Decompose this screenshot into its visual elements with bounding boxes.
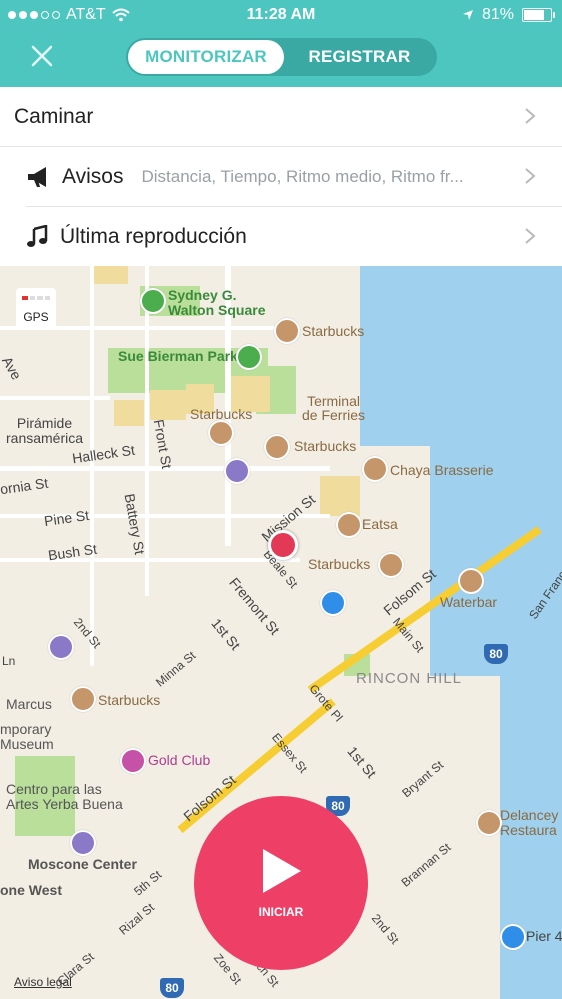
- battery-icon: [522, 8, 555, 22]
- battery-percent: 81%: [481, 6, 514, 23]
- map-label: 1st St: [344, 743, 380, 781]
- map-label: Bryant St: [399, 757, 447, 801]
- map-label: Minna St: [153, 648, 199, 690]
- map-label: Sydney G. Walton Square: [168, 287, 266, 318]
- gps-label: GPS: [23, 310, 49, 324]
- coffee-icon[interactable]: [264, 434, 290, 460]
- music-note-icon: [27, 225, 48, 247]
- legal-link[interactable]: Aviso legal: [14, 975, 72, 989]
- map-label: Waterbar: [440, 594, 498, 610]
- ferry-icon[interactable]: [500, 924, 526, 950]
- alerts-label: Avisos: [62, 165, 124, 188]
- map-label: Battery St: [121, 492, 148, 556]
- map-label: 2nd St: [70, 615, 104, 651]
- map-label: Sue Bierman Park: [118, 348, 238, 364]
- map-label: Rizal St: [116, 900, 158, 938]
- bus-icon[interactable]: [320, 590, 346, 616]
- start-label: INICIAR: [258, 905, 304, 919]
- bay-water: [360, 266, 562, 446]
- activity-label: Caminar: [14, 105, 94, 128]
- mode-segmented-control: MONITORIZAR REGISTRAR: [126, 38, 437, 76]
- restaurant-icon[interactable]: [362, 456, 388, 482]
- map-label: Terminal de Ferries: [302, 393, 366, 423]
- gps-indicator: GPS: [16, 288, 56, 328]
- play-icon: [263, 849, 301, 893]
- highway-shield-icon: 80: [484, 644, 508, 664]
- map-label: Gold Club: [148, 752, 211, 768]
- train-icon[interactable]: [48, 634, 74, 660]
- status-right: 81%: [462, 6, 555, 24]
- street: [0, 558, 300, 562]
- restaurant-icon[interactable]: [336, 512, 362, 538]
- street: [0, 396, 110, 400]
- map-label: one West: [0, 882, 62, 898]
- map-label: Delancey Restaura: [500, 807, 559, 838]
- music-row[interactable]: Última reproducción: [0, 207, 562, 267]
- coffee-icon[interactable]: [70, 686, 96, 712]
- map-label: 5th St: [131, 867, 165, 899]
- map-label: Starbucks: [294, 438, 357, 454]
- highway-shield-icon: 80: [160, 978, 184, 998]
- map-label: Eatsa: [362, 516, 398, 532]
- tree-icon[interactable]: [140, 288, 166, 314]
- map-label: Brannan St: [398, 840, 454, 890]
- current-location-marker: [268, 530, 298, 560]
- cocktail-icon[interactable]: [120, 748, 146, 774]
- chevron-right-icon: [525, 168, 536, 184]
- restaurant-icon[interactable]: [458, 568, 484, 594]
- map-label: Pier 4: [526, 928, 562, 944]
- map-label: Starbucks: [308, 556, 371, 572]
- map-label: Starbucks: [302, 323, 365, 339]
- map-label: Ln: [2, 654, 16, 668]
- app-header: AT&T 11:28 AM 81% MONITORIZAR REGISTRAR: [0, 0, 562, 87]
- map-label: ornia St: [0, 474, 50, 498]
- museum-icon[interactable]: [70, 830, 96, 856]
- map-label: Marcus: [6, 696, 52, 712]
- restaurant-icon[interactable]: [476, 810, 502, 836]
- street: [90, 266, 94, 666]
- chevron-right-icon: [525, 108, 536, 124]
- map-label: Chaya Brasserie: [390, 462, 494, 478]
- start-button[interactable]: INICIAR: [194, 796, 368, 970]
- segment-registrar[interactable]: REGISTRAR: [284, 40, 435, 74]
- map-label: Starbucks: [98, 692, 161, 708]
- building-block: [92, 266, 128, 284]
- building-block: [320, 476, 360, 516]
- music-label: Última reproducción: [60, 225, 247, 248]
- map-label: mporary Museum: [0, 721, 54, 752]
- activity-row[interactable]: Caminar: [0, 87, 562, 147]
- close-icon[interactable]: [30, 44, 54, 68]
- map-label: Moscone Center: [28, 856, 137, 872]
- map-label: Fremont St: [226, 574, 284, 638]
- train-icon[interactable]: [224, 458, 250, 484]
- tree-icon[interactable]: [236, 344, 262, 370]
- map-label: Ave: [0, 353, 25, 383]
- map-label: Pirámide ransamérica: [6, 415, 84, 446]
- coffee-icon[interactable]: [378, 552, 404, 578]
- map-label: Front St: [150, 418, 176, 470]
- map-label: Centro para las Artes Yerba Buena: [6, 781, 123, 812]
- map-label: 1st St: [208, 615, 244, 653]
- alerts-row[interactable]: Avisos Distancia, Tiempo, Ritmo medio, R…: [0, 147, 562, 207]
- segment-monitorizar[interactable]: MONITORIZAR: [128, 40, 284, 74]
- megaphone-icon: [28, 167, 46, 187]
- map-label: Pine St: [43, 506, 91, 530]
- coffee-icon[interactable]: [274, 318, 300, 344]
- map-label: 2nd St: [368, 911, 402, 947]
- coffee-icon[interactable]: [208, 420, 234, 446]
- chevron-right-icon: [525, 228, 536, 244]
- map-label: RINCON HILL: [356, 670, 463, 687]
- status-bar: AT&T 11:28 AM 81%: [0, 0, 562, 30]
- building-block: [150, 390, 186, 420]
- location-arrow-icon: [462, 10, 473, 20]
- alerts-value: Distancia, Tiempo, Ritmo medio, Ritmo fr…: [141, 167, 464, 186]
- map-view[interactable]: GPS Sydney G. Walton Square Sue Bierman …: [0, 266, 562, 999]
- building-block: [114, 400, 144, 426]
